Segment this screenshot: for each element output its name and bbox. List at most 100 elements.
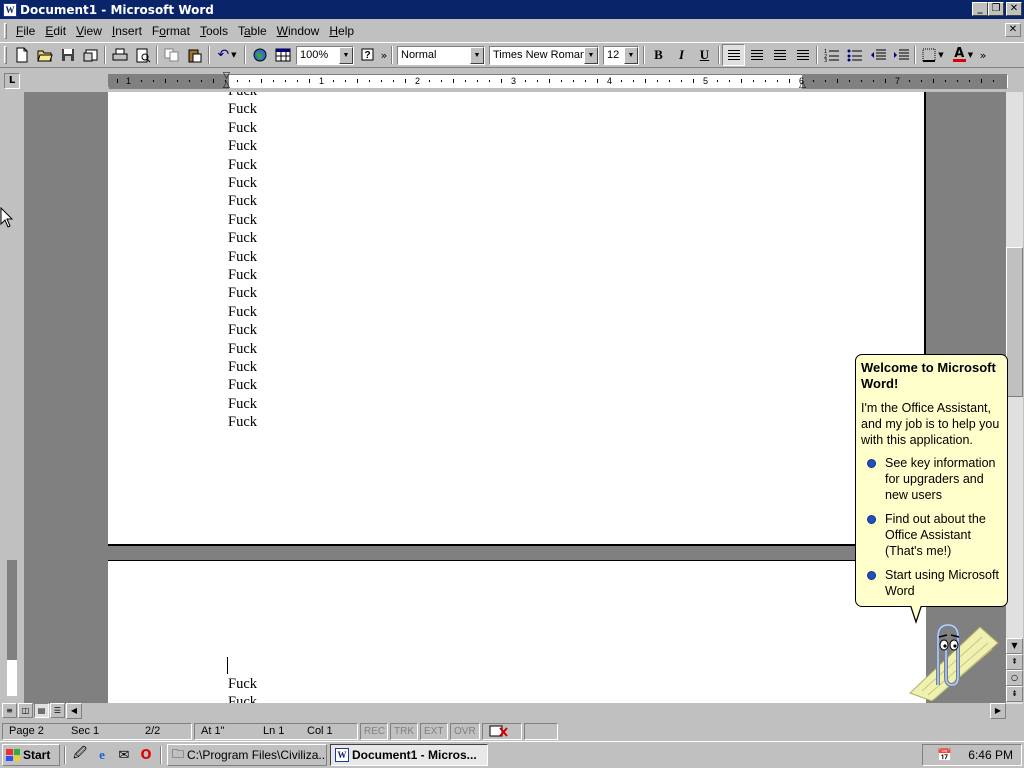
underline-button[interactable]: U: [693, 44, 716, 66]
print-preview-button[interactable]: [131, 44, 154, 66]
font-select[interactable]: Times New Roman ▼: [489, 45, 599, 65]
increase-indent-button[interactable]: [889, 44, 912, 66]
document-text-line[interactable]: Fuck: [228, 192, 257, 210]
status-page-section[interactable]: Page 2 Sec 1 2/2: [2, 722, 192, 740]
vertical-ruler[interactable]: [4, 92, 20, 702]
previous-page-button[interactable]: ⇞: [1006, 654, 1023, 670]
chevron-down-icon[interactable]: ▼: [584, 46, 598, 64]
email-button[interactable]: [79, 44, 102, 66]
right-indent-marker[interactable]: △: [799, 81, 806, 90]
page-1[interactable]: Fuck Fuck Fuck Fuck Fuck Fuck Fuck Fuck Fuck Fuck…: [108, 92, 926, 546]
internet-explorer-icon[interactable]: e: [92, 745, 112, 765]
document-text-line[interactable]: Fuck: [228, 266, 257, 284]
restore-button[interactable]: ❐: [988, 2, 1004, 16]
scroll-left-button[interactable]: ◀: [66, 703, 82, 719]
document-text-line[interactable]: Fuck: [228, 100, 257, 118]
print-button[interactable]: [108, 44, 131, 66]
title-bar[interactable]: W Document1 - Microsoft Word _ ❐ ✕: [0, 0, 1024, 19]
first-line-indent-marker[interactable]: ▽: [223, 72, 230, 81]
zoom-select[interactable]: 100% ▼: [296, 45, 354, 65]
document-text-line[interactable]: Fuck: [228, 303, 257, 321]
document-text-line[interactable]: Fuck: [228, 413, 257, 431]
align-right-button[interactable]: [768, 44, 791, 66]
ruler-right-margin[interactable]: [802, 75, 1007, 89]
document-text-line[interactable]: Fuck: [228, 211, 257, 229]
outline-view-button[interactable]: ☰: [50, 703, 65, 718]
chevron-down-icon[interactable]: ▼: [231, 51, 236, 59]
tab-selector[interactable]: L: [4, 73, 20, 89]
status-ovr[interactable]: OVR: [450, 722, 480, 740]
bold-button[interactable]: B: [647, 44, 670, 66]
vertical-scrollbar[interactable]: ▼ ⇞ ○ ⇟: [1006, 92, 1023, 704]
task-word-document[interactable]: W Document1 - Micros...: [330, 744, 488, 766]
menu-grip[interactable]: [4, 22, 7, 39]
menu-edit[interactable]: Edit: [40, 24, 71, 38]
decrease-indent-button[interactable]: [866, 44, 889, 66]
vertical-scroll-thumb[interactable]: [1006, 247, 1023, 397]
new-document-button[interactable]: [10, 44, 33, 66]
horizontal-scrollbar[interactable]: ◀ ▶: [66, 703, 1006, 719]
office-assistant-clippy-icon[interactable]: [902, 615, 1002, 701]
clock[interactable]: 6:46 PM: [968, 748, 1013, 762]
document-text-line[interactable]: Fuck: [228, 395, 257, 413]
tables-button[interactable]: [271, 44, 294, 66]
page-2[interactable]: Fuck Fuck: [108, 560, 926, 704]
align-left-button[interactable]: [722, 44, 745, 66]
document-text-line[interactable]: Fuck: [228, 321, 257, 339]
undo-button[interactable]: ↶ ▼: [212, 44, 242, 66]
save-button[interactable]: [56, 44, 79, 66]
open-button[interactable]: [33, 44, 56, 66]
normal-view-button[interactable]: ≡: [2, 703, 17, 718]
web-layout-view-button[interactable]: ◫: [18, 703, 33, 718]
scroll-right-button[interactable]: ▶: [990, 703, 1006, 719]
select-browse-object-button[interactable]: ○: [1006, 670, 1023, 686]
document-text-line[interactable]: Fuck: [228, 229, 257, 247]
scroll-down-button[interactable]: ▼: [1006, 638, 1023, 654]
menu-format[interactable]: Format: [147, 24, 195, 38]
menu-tools[interactable]: Tools: [195, 24, 233, 38]
web-toolbar-button[interactable]: [248, 44, 271, 66]
toolbar-grip[interactable]: [4, 46, 7, 64]
status-position[interactable]: At 1" Ln 1 Col 1: [194, 722, 358, 740]
document-text-line[interactable]: Fuck: [228, 119, 257, 137]
help-button[interactable]: ?: [356, 44, 379, 66]
borders-button[interactable]: ▼: [918, 44, 948, 66]
menu-window[interactable]: Window: [272, 24, 325, 38]
chevron-down-icon[interactable]: ▼: [624, 46, 638, 64]
scheduler-tray-icon[interactable]: 📅: [937, 748, 952, 762]
document-text-line[interactable]: Fuck: [228, 284, 257, 302]
document-text-line[interactable]: Fuck: [228, 137, 257, 155]
document-text-line[interactable]: Fuck: [228, 675, 257, 693]
document-text-line[interactable]: Fuck: [228, 248, 257, 266]
horizontal-ruler[interactable]: 11234567 ▽ △ △: [108, 72, 1008, 90]
document-text-line[interactable]: Fuck: [228, 358, 257, 376]
hanging-indent-marker[interactable]: △: [223, 81, 230, 90]
status-trk[interactable]: TRK: [390, 722, 418, 740]
menu-help[interactable]: Help: [324, 24, 359, 38]
style-select[interactable]: Normal ▼: [397, 45, 485, 65]
align-center-button[interactable]: [745, 44, 768, 66]
chevron-down-icon[interactable]: ▼: [339, 46, 353, 64]
horizontal-scroll-track[interactable]: [82, 703, 990, 719]
document-text-line[interactable]: Fuck: [228, 156, 257, 174]
copy-button[interactable]: [160, 44, 183, 66]
show-desktop-icon[interactable]: 🖉: [70, 745, 90, 765]
more-buttons-chevron[interactable]: »: [379, 44, 389, 66]
outlook-express-icon[interactable]: ✉: [114, 745, 134, 765]
document-text-line[interactable]: Fuck: [228, 376, 257, 394]
spelling-status[interactable]: [482, 722, 522, 740]
opera-icon[interactable]: O: [136, 745, 156, 765]
document-text-line[interactable]: Fuck: [228, 340, 257, 358]
close-button[interactable]: ✕: [1006, 2, 1022, 16]
document-close-button[interactable]: ✕: [1005, 23, 1021, 37]
next-page-button[interactable]: ⇟: [1006, 686, 1023, 702]
paste-button[interactable]: [183, 44, 206, 66]
status-ext[interactable]: EXT: [420, 722, 448, 740]
menu-view[interactable]: View: [71, 24, 107, 38]
font-color-button[interactable]: A ▼: [948, 44, 978, 66]
chevron-down-icon[interactable]: ▼: [470, 46, 484, 64]
menu-file[interactable]: File: [11, 24, 40, 38]
chevron-down-icon[interactable]: ▼: [938, 51, 943, 59]
minimize-button[interactable]: _: [972, 2, 988, 16]
menu-table[interactable]: Table: [233, 24, 272, 38]
